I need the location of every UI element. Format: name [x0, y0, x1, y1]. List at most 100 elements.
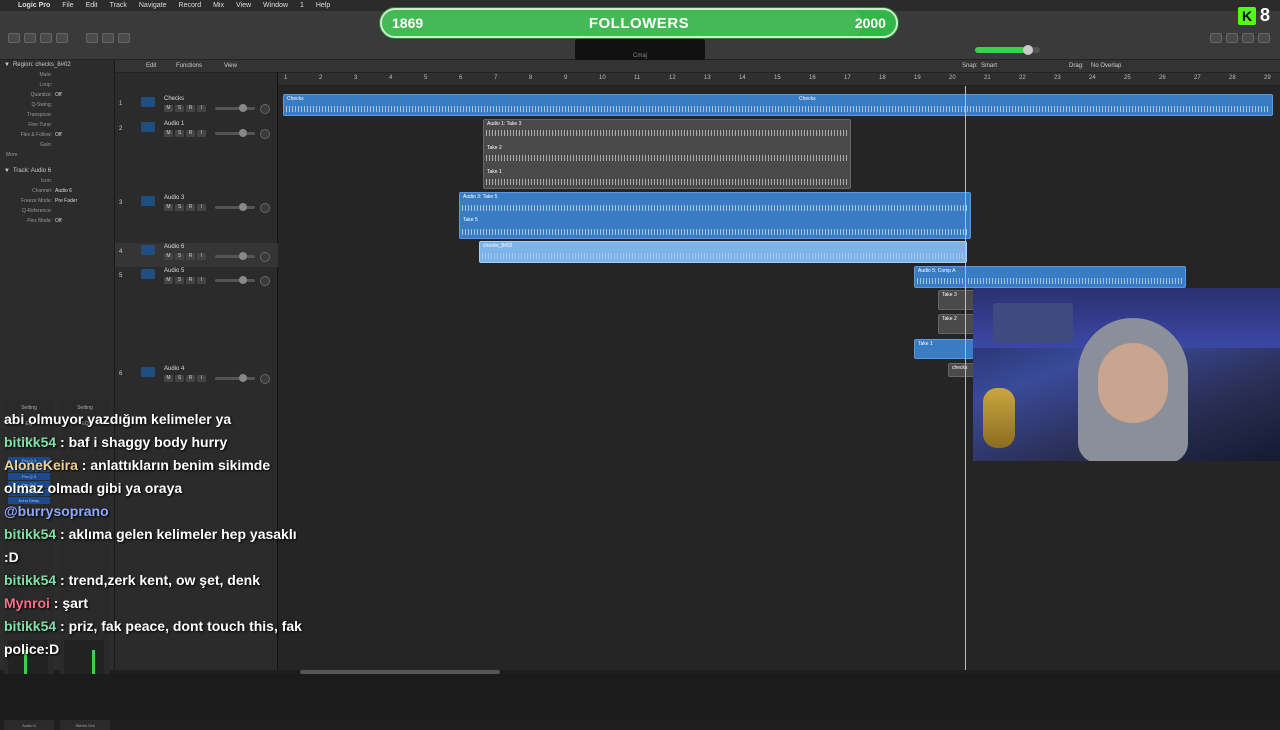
region-audio6[interactable]: checks_8#02	[479, 241, 967, 263]
menu-item-window[interactable]: Window	[263, 2, 288, 9]
more-row[interactable]: More	[0, 150, 114, 160]
track-header[interactable]: 3 Audio 3 MSRI	[115, 194, 278, 218]
take-folder-audio3[interactable]: Audio 3: Take 5 Take 5	[459, 192, 971, 239]
track-r-button[interactable]: R	[186, 204, 195, 211]
take-folder-audio1[interactable]: Audio 1: Take 3 Take 2 Take 1	[483, 119, 851, 189]
pan-knob[interactable]	[260, 104, 270, 114]
inspector-row[interactable]: Flex & Follow: Off	[0, 130, 114, 140]
track-s-button[interactable]: S	[175, 105, 184, 112]
track-s-button[interactable]: S	[175, 130, 184, 137]
waveform-icon[interactable]	[141, 196, 155, 206]
take-2-region[interactable]: Take 2	[938, 314, 978, 334]
inspector-button[interactable]	[24, 33, 36, 43]
track-m-button[interactable]: M	[164, 204, 173, 211]
track-volume-fader[interactable]	[215, 276, 255, 284]
snap-select[interactable]: Smart	[981, 63, 997, 69]
take-folder-audio5[interactable]: Audio 5: Comp A	[914, 266, 1186, 288]
inspector-row[interactable]: Quantize: Off	[0, 90, 114, 100]
waveform-icon[interactable]	[141, 269, 155, 279]
track-i-button[interactable]: I	[197, 105, 206, 112]
fader-knob[interactable]	[239, 104, 247, 112]
inspector-row-value[interactable]: Off	[55, 132, 62, 138]
track-s-button[interactable]: S	[175, 277, 184, 284]
track-s-button[interactable]: S	[175, 204, 184, 211]
inspector-row[interactable]: Gain:	[0, 140, 114, 150]
track-s-button[interactable]: S	[175, 253, 184, 260]
browsers-button[interactable]	[1258, 33, 1270, 43]
track-r-button[interactable]: R	[186, 253, 195, 260]
track-m-button[interactable]: M	[164, 105, 173, 112]
track-i-button[interactable]: I	[197, 130, 206, 137]
menu-item-file[interactable]: File	[62, 2, 73, 9]
track-name[interactable]: Audio 6	[164, 244, 184, 250]
track-s-button[interactable]: S	[175, 375, 184, 382]
waveform-icon[interactable]	[141, 122, 155, 132]
inspector-row[interactable]: Icon:	[0, 176, 114, 186]
fader-knob[interactable]	[239, 276, 247, 284]
track-i-button[interactable]: I	[197, 375, 206, 382]
functions-menu[interactable]: Functions	[176, 63, 202, 69]
master-volume-knob[interactable]	[1023, 45, 1033, 55]
menu-item-record[interactable]: Record	[179, 2, 202, 9]
track-i-button[interactable]: I	[197, 204, 206, 211]
inspector-row-value[interactable]: Off	[55, 92, 62, 98]
track-r-button[interactable]: R	[186, 375, 195, 382]
track-inspector-header[interactable]: ▼ Track: Audio 6	[0, 166, 114, 176]
menu-item-track[interactable]: Track	[110, 2, 127, 9]
library-button[interactable]	[8, 33, 20, 43]
track-r-button[interactable]: R	[186, 130, 195, 137]
track-volume-fader[interactable]	[215, 374, 255, 382]
pan-knob[interactable]	[260, 252, 270, 262]
pan-knob[interactable]	[260, 203, 270, 213]
inspector-row-value[interactable]: Off	[55, 218, 62, 224]
inspector-row[interactable]: Q-Reference:	[0, 206, 114, 216]
menu-item-logic-pro[interactable]: Logic Pro	[18, 2, 50, 9]
view-menu[interactable]: View	[224, 63, 237, 69]
track-i-button[interactable]: I	[197, 253, 206, 260]
menu-item-help[interactable]: Help	[316, 2, 330, 9]
track-r-button[interactable]: R	[186, 277, 195, 284]
track-m-button[interactable]: M	[164, 253, 173, 260]
editors-button[interactable]	[118, 33, 130, 43]
track-name[interactable]: Audio 1	[164, 121, 184, 127]
lcd-display[interactable]: Cmaj	[575, 39, 705, 61]
take-3-region[interactable]: Take 3	[938, 290, 978, 310]
master-volume-slider[interactable]	[975, 45, 1040, 55]
mixer-button[interactable]	[102, 33, 114, 43]
notepad-button[interactable]	[1226, 33, 1238, 43]
disclosure-triangle-icon[interactable]: ▼	[4, 62, 10, 68]
disclosure-triangle-icon[interactable]: ▼	[4, 168, 10, 174]
track-name[interactable]: Audio 3	[164, 195, 184, 201]
waveform-icon[interactable]	[141, 245, 155, 255]
track-header[interactable]: 5 Audio 5 MSRI	[115, 267, 278, 291]
fader-knob[interactable]	[239, 129, 247, 137]
track-header[interactable]: 1 Checks MSRI	[115, 95, 278, 119]
fader-knob[interactable]	[239, 203, 247, 211]
quick-help-button[interactable]	[40, 33, 52, 43]
waveform-icon[interactable]	[141, 97, 155, 107]
track-name[interactable]: Audio 4	[164, 366, 184, 372]
playhead[interactable]	[965, 86, 966, 670]
waveform-icon[interactable]	[141, 367, 155, 377]
inspector-row[interactable]: Loop:	[0, 80, 114, 90]
pan-knob[interactable]	[260, 129, 270, 139]
track-name[interactable]: Audio 5	[164, 268, 184, 274]
menu-item-mix[interactable]: Mix	[213, 2, 224, 9]
track-header[interactable]: 2 Audio 1 MSRI	[115, 120, 278, 144]
inspector-row[interactable]: Channel: Audio 6	[0, 186, 114, 196]
inspector-row[interactable]: Q-Swing:	[0, 100, 114, 110]
menu-item-view[interactable]: View	[236, 2, 251, 9]
menu-item-edit[interactable]: Edit	[86, 2, 98, 9]
track-volume-fader[interactable]	[215, 104, 255, 112]
track-volume-fader[interactable]	[215, 252, 255, 260]
bar-ruler[interactable]: 1 2 3 4 5 6 7 8 9 10 11 12 13 14 15 16 17 18 19 20 21 22 23 24 2…	[278, 73, 1280, 86]
track-m-button[interactable]: M	[164, 277, 173, 284]
list-editors-button[interactable]	[1210, 33, 1222, 43]
track-header[interactable]: 4 Audio 6 MSRI	[115, 243, 278, 267]
loop-browser-button[interactable]	[1242, 33, 1254, 43]
track-m-button[interactable]: M	[164, 130, 173, 137]
drag-select[interactable]: No Overlap	[1091, 63, 1121, 69]
region-checks[interactable]: Checks Checks	[283, 94, 1273, 116]
inspector-row[interactable]: Freeze Mode: Pre Fader	[0, 196, 114, 206]
inspector-row[interactable]: Mute:	[0, 70, 114, 80]
